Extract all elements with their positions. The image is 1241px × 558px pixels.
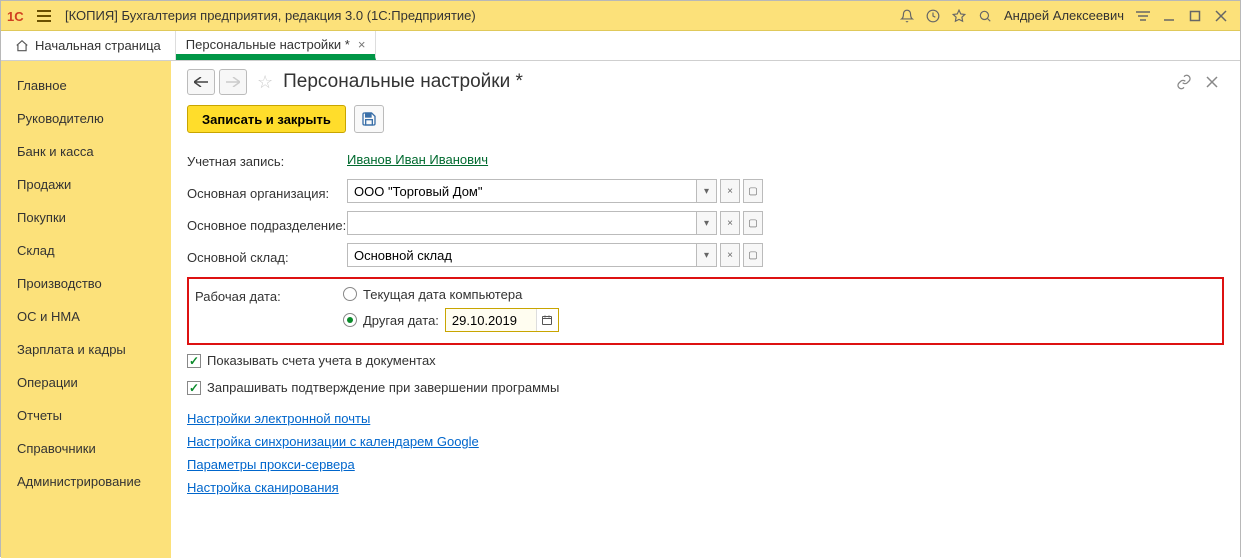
link-google-calendar[interactable]: Настройка синхронизации с календарем Goo… (187, 434, 1224, 449)
window-title: [КОПИЯ] Бухгалтерия предприятия, редакци… (65, 8, 476, 23)
dept-label: Основное подразделение: (187, 214, 347, 233)
save-button[interactable] (354, 105, 384, 133)
chk-confirm-exit-label: Запрашивать подтверждение при завершении… (207, 380, 559, 395)
page-title: Персональные настройки * (283, 71, 523, 93)
close-window-icon[interactable] (1208, 3, 1234, 29)
sidebar-item-admin[interactable]: Администрирование (1, 465, 171, 498)
sidebar-item-manager[interactable]: Руководителю (1, 102, 171, 135)
warehouse-input[interactable] (347, 243, 697, 267)
org-open-icon[interactable]: ▢ (743, 179, 763, 203)
org-label: Основная организация: (187, 182, 347, 201)
workdate-label: Рабочая дата: (195, 285, 343, 304)
org-dropdown-icon[interactable]: ▾ (697, 179, 717, 203)
settings-lines-icon[interactable] (1130, 3, 1156, 29)
link-email-settings[interactable]: Настройки электронной почты (187, 411, 1224, 426)
tab-personal-settings[interactable]: Персональные настройки * × (176, 31, 377, 60)
tabs-bar: Начальная страница Персональные настройк… (1, 31, 1240, 61)
dept-open-icon[interactable]: ▢ (743, 211, 763, 235)
radio-other-date[interactable] (343, 313, 357, 327)
user-name[interactable]: Андрей Алексеевич (998, 8, 1130, 23)
app-logo-icon: 1С (7, 7, 29, 25)
sidebar: Главное Руководителю Банк и касса Продаж… (1, 61, 171, 558)
chk-show-accounts[interactable] (187, 354, 201, 368)
minimize-icon[interactable] (1156, 3, 1182, 29)
link-proxy-settings[interactable]: Параметры прокси-сервера (187, 457, 1224, 472)
warehouse-label: Основной склад: (187, 246, 347, 265)
favorite-star-icon[interactable]: ☆ (257, 72, 273, 93)
sidebar-item-catalogs[interactable]: Справочники (1, 432, 171, 465)
radio-current-label: Текущая дата компьютера (363, 287, 522, 302)
home-icon (15, 39, 29, 53)
content-area: ☆ Персональные настройки * Записать и за… (171, 61, 1240, 558)
org-input[interactable] (347, 179, 697, 203)
dept-input[interactable] (347, 211, 697, 235)
svg-text:1С: 1С (7, 9, 24, 23)
sidebar-item-sales[interactable]: Продажи (1, 168, 171, 201)
star-icon[interactable] (946, 3, 972, 29)
sidebar-item-reports[interactable]: Отчеты (1, 399, 171, 432)
chk-show-accounts-label: Показывать счета учета в документах (207, 353, 436, 368)
titlebar: 1С [КОПИЯ] Бухгалтерия предприятия, реда… (1, 1, 1240, 31)
bell-icon[interactable] (894, 3, 920, 29)
account-label: Учетная запись: (187, 150, 347, 169)
tab-label: Персональные настройки * (186, 37, 350, 52)
sidebar-item-bank[interactable]: Банк и касса (1, 135, 171, 168)
account-link[interactable]: Иванов Иван Иванович (347, 152, 488, 167)
history-icon[interactable] (920, 3, 946, 29)
radio-other-label: Другая дата: (363, 313, 439, 328)
sidebar-item-operations[interactable]: Операции (1, 366, 171, 399)
search-icon[interactable] (972, 3, 998, 29)
save-close-button[interactable]: Записать и закрыть (187, 105, 346, 133)
warehouse-clear-icon[interactable]: × (720, 243, 740, 267)
dept-dropdown-icon[interactable]: ▾ (697, 211, 717, 235)
hamburger-icon[interactable] (33, 6, 55, 26)
date-input[interactable] (446, 309, 536, 331)
sidebar-item-assets[interactable]: ОС и НМА (1, 300, 171, 333)
radio-current-date[interactable] (343, 287, 357, 301)
warehouse-open-icon[interactable]: ▢ (743, 243, 763, 267)
nav-back-button[interactable] (187, 69, 215, 95)
dept-clear-icon[interactable]: × (720, 211, 740, 235)
chk-confirm-exit[interactable] (187, 381, 201, 395)
sidebar-item-warehouse[interactable]: Склад (1, 234, 171, 267)
close-page-icon[interactable] (1200, 70, 1224, 94)
tab-home[interactable]: Начальная страница (1, 31, 176, 60)
tab-close-icon[interactable]: × (358, 37, 366, 52)
maximize-icon[interactable] (1182, 3, 1208, 29)
link-icon[interactable] (1172, 70, 1196, 94)
warehouse-dropdown-icon[interactable]: ▾ (697, 243, 717, 267)
sidebar-item-main[interactable]: Главное (1, 69, 171, 102)
calendar-icon[interactable] (536, 309, 558, 331)
link-scan-settings[interactable]: Настройка сканирования (187, 480, 1224, 495)
sidebar-item-purchases[interactable]: Покупки (1, 201, 171, 234)
org-clear-icon[interactable]: × (720, 179, 740, 203)
workdate-highlight-box: Рабочая дата: Текущая дата компьютера Др… (187, 277, 1224, 345)
nav-forward-button[interactable] (219, 69, 247, 95)
sidebar-item-payroll[interactable]: Зарплата и кадры (1, 333, 171, 366)
tab-home-label: Начальная страница (35, 38, 161, 53)
sidebar-item-production[interactable]: Производство (1, 267, 171, 300)
